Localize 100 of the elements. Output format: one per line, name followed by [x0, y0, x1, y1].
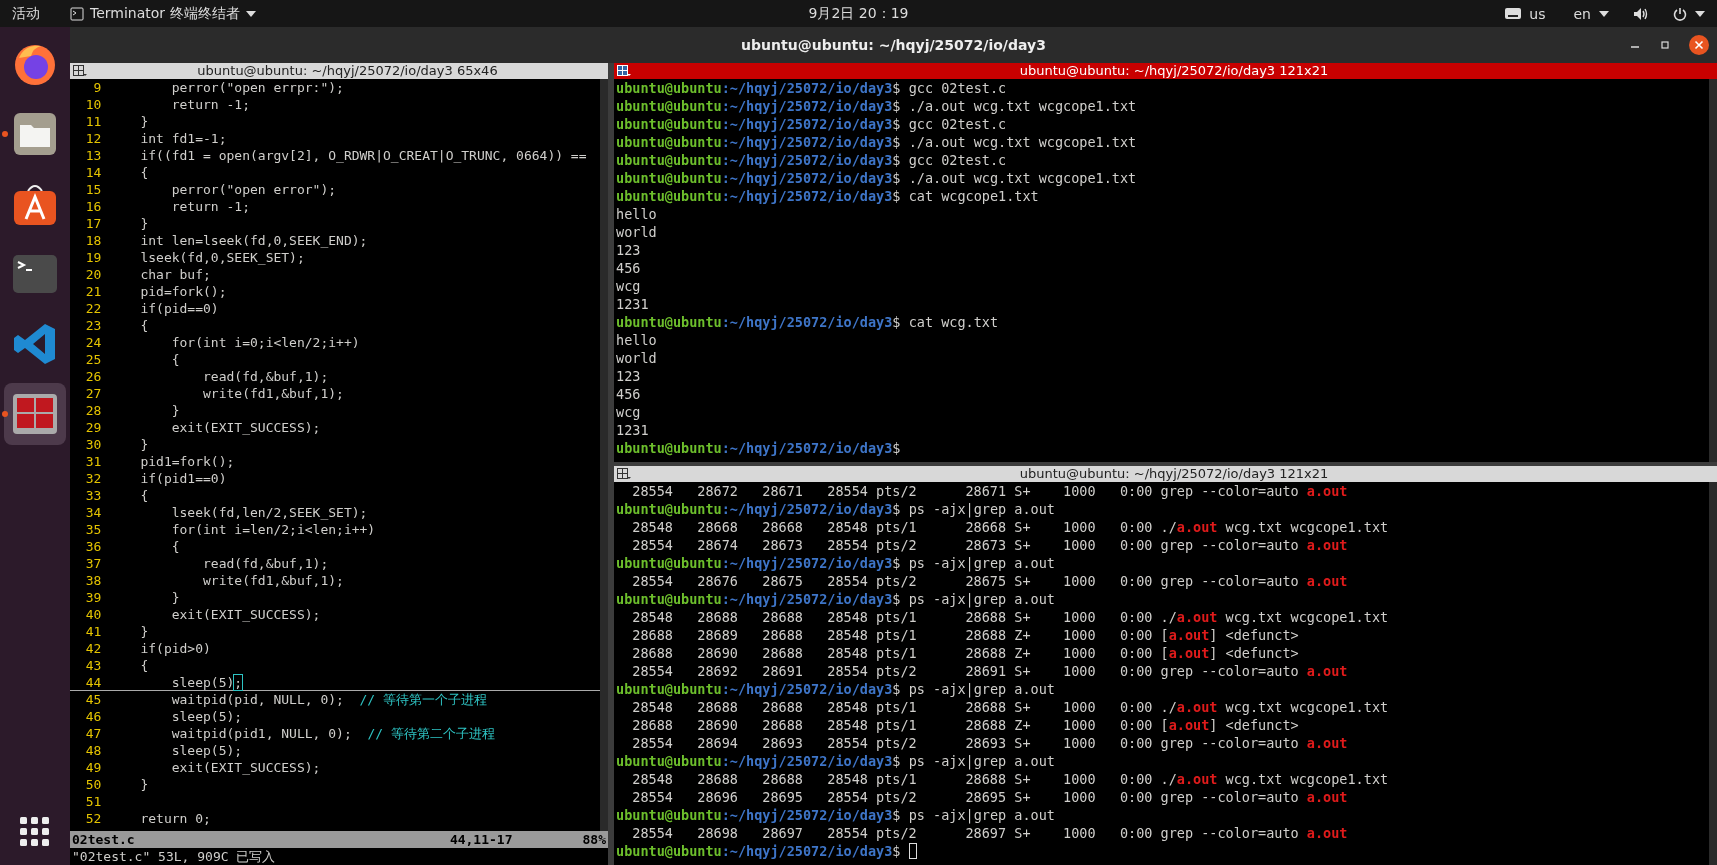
output-line: 456 [616, 385, 641, 403]
output-line: 1231 [616, 421, 649, 439]
code-line: int len=lseek(fd,0,SEEK_END); [139, 232, 368, 249]
line-number: 19 [84, 249, 103, 266]
code-line: return 0; [139, 810, 211, 827]
output-line: world [616, 349, 657, 367]
process-row-text: 28688 28689 28688 28548 pts/1 28688 Z+ 1000 0:00 [a.out] <defunct> [631, 626, 1299, 644]
line-number: 16 [84, 198, 103, 215]
code-line: } [170, 402, 180, 419]
output-line: 123 [616, 367, 641, 385]
prompt-line: ubuntu@ubuntu:~/hqyj/25072/io/day3$ [616, 842, 901, 860]
line-number: 29 [84, 419, 103, 436]
window-title: ubuntu@ubuntu: ~/hqyj/25072/io/day3 [741, 37, 1046, 53]
code-line: { [139, 487, 149, 504]
prompt-line: ubuntu@ubuntu:~/hqyj/25072/io/day3$ ps -ajx|grep a.out [616, 806, 1055, 824]
pane-title: ubuntu@ubuntu: ~/hqyj/25072/io/day3 65x46 [196, 63, 499, 79]
line-number: 39 [84, 589, 103, 606]
code-line: { [139, 657, 149, 674]
line-number: 13 [84, 147, 103, 164]
close-icon[interactable] [1689, 35, 1709, 55]
code-line: write(fd1,&buf,1); [202, 572, 344, 589]
grid-menu-icon[interactable] [617, 65, 631, 77]
process-row-text: 28688 28690 28688 28548 pts/1 28688 Z+ 1000 0:00 [a.out] <defunct> [631, 716, 1299, 734]
line-number: 33 [84, 487, 103, 504]
line-number: 37 [84, 555, 103, 572]
line-number: 30 [84, 436, 103, 453]
code-line: for(int i=0;i<len/2;i++) [170, 334, 360, 351]
scrollbar[interactable] [1709, 482, 1717, 865]
volume-icon[interactable] [1633, 6, 1649, 21]
command-message: "02test.c" 53L, 909C 已写入 [72, 849, 276, 864]
prompt-line: ubuntu@ubuntu:~/hqyj/25072/io/day3$ gcc 02test.c [616, 115, 1007, 133]
activities-button[interactable]: 活动 [12, 4, 40, 23]
scrollbar[interactable] [600, 79, 608, 831]
code-line: sleep(5); [170, 742, 243, 759]
line-number: 12 [84, 130, 103, 147]
keyboard-icon [1505, 8, 1522, 19]
code-line: pid1=fork(); [139, 453, 235, 470]
line-number: 31 [84, 453, 103, 470]
process-row-text: 28548 28668 28668 28548 pts/1 28668 S+ 1000 0:00 ./a.out wcg.txt wcgcope1.txt [631, 518, 1389, 536]
code-line: } [139, 215, 149, 232]
process-row-text: 28554 28698 28697 28554 pts/2 28697 S+ 1000 0:00 grep --color=auto a.out [631, 824, 1348, 842]
line-number: 50 [84, 776, 103, 793]
prompt-line: ubuntu@ubuntu:~/hqyj/25072/io/day3$ ps -ajx|grep a.out [616, 554, 1055, 572]
code-line: exit(EXIT_SUCCESS); [170, 606, 321, 623]
terminal-icon [12, 254, 58, 294]
line-number: 15 [84, 181, 103, 198]
caret-icon [245, 10, 256, 17]
terminal-grid-icon [12, 393, 58, 435]
code-line: int fd1=-1; [139, 130, 227, 147]
caret-icon [1599, 10, 1609, 17]
line-number: 25 [84, 351, 103, 368]
line-number: 41 [84, 623, 103, 640]
clock[interactable]: 9月2日 20：19 [808, 4, 909, 23]
process-row-text: 28548 28688 28688 28548 pts/1 28688 S+ 1000 0:00 ./a.out wcg.txt wcgcope1.txt [631, 608, 1389, 626]
line-number: 17 [84, 215, 103, 232]
cursor-position: 44,11-17 [449, 832, 513, 847]
code-line: read(fd,&buf,1); [202, 555, 329, 572]
scrollbar[interactable] [1709, 79, 1717, 462]
pane-title: ubuntu@ubuntu: ~/hqyj/25072/io/day3 121x21 [1018, 63, 1330, 79]
output-line: world [616, 223, 657, 241]
folder-icon [12, 111, 58, 157]
line-number: 36 [84, 538, 103, 555]
line-number: 51 [84, 793, 103, 810]
code-line: } [139, 436, 149, 453]
code-line: sleep(5); [170, 674, 243, 690]
grid-menu-icon[interactable] [73, 65, 87, 77]
process-row-text: 28554 28694 28693 28554 pts/2 28693 S+ 1000 0:00 grep --color=auto a.out [631, 734, 1348, 752]
output-line: wcg [616, 403, 641, 421]
prompt-line: ubuntu@ubuntu:~/hqyj/25072/io/day3$ gcc 02test.c [616, 151, 1007, 169]
code-line: } [139, 113, 149, 130]
code-line: lseek(fd,0,SEEK_SET); [139, 249, 305, 266]
power-icon[interactable] [1673, 6, 1687, 21]
line-number: 48 [84, 742, 103, 759]
prompt-line: ubuntu@ubuntu:~/hqyj/25072/io/day3$ cat wcgcope1.txt [616, 187, 1039, 205]
process-row-text: 28554 28696 28695 28554 pts/2 28695 S+ 1000 0:00 grep --color=auto a.out [631, 788, 1348, 806]
line-number: 26 [84, 368, 103, 385]
line-number: 45 [84, 691, 103, 708]
app-menu[interactable]: Terminator 终端终结者 [70, 4, 256, 23]
process-row-text: 28554 28674 28673 28554 pts/2 28673 S+ 1000 0:00 grep --color=auto a.out [631, 536, 1348, 554]
output-line: hello [616, 331, 657, 349]
line-number: 35 [84, 521, 103, 538]
prompt-line: ubuntu@ubuntu:~/hqyj/25072/io/day3$ ps -ajx|grep a.out [616, 500, 1055, 518]
prompt-line: ubuntu@ubuntu:~/hqyj/25072/io/day3$ gcc 02test.c [616, 79, 1007, 97]
code-line: char buf; [139, 266, 211, 283]
language-menu[interactable]: en [1573, 5, 1591, 22]
line-number: 23 [84, 317, 103, 334]
app-grid-icon[interactable] [20, 817, 50, 847]
process-row-text: 28554 28672 28671 28554 pts/2 28671 S+ 1000 0:00 grep --color=auto a.out [631, 482, 1348, 500]
line-number: 49 [84, 759, 103, 776]
code-line: write(fd1,&buf,1); [202, 385, 344, 402]
output-line: 456 [616, 259, 641, 277]
process-row-text: 28688 28690 28688 28548 pts/1 28688 Z+ 1000 0:00 [a.out] <defunct> [631, 644, 1299, 662]
grid-menu-icon[interactable] [617, 468, 631, 480]
code-line: return -1; [170, 198, 250, 215]
maximize-icon[interactable] [1659, 39, 1671, 51]
keyboard-layout[interactable]: us [1529, 5, 1546, 22]
code-line: perror("open errpr:"); [170, 79, 344, 96]
line-number: 24 [84, 334, 103, 351]
line-number: 38 [84, 572, 103, 589]
process-row-text: 28548 28688 28688 28548 pts/1 28688 S+ 1000 0:00 ./a.out wcg.txt wcgcope1.txt [631, 770, 1389, 788]
